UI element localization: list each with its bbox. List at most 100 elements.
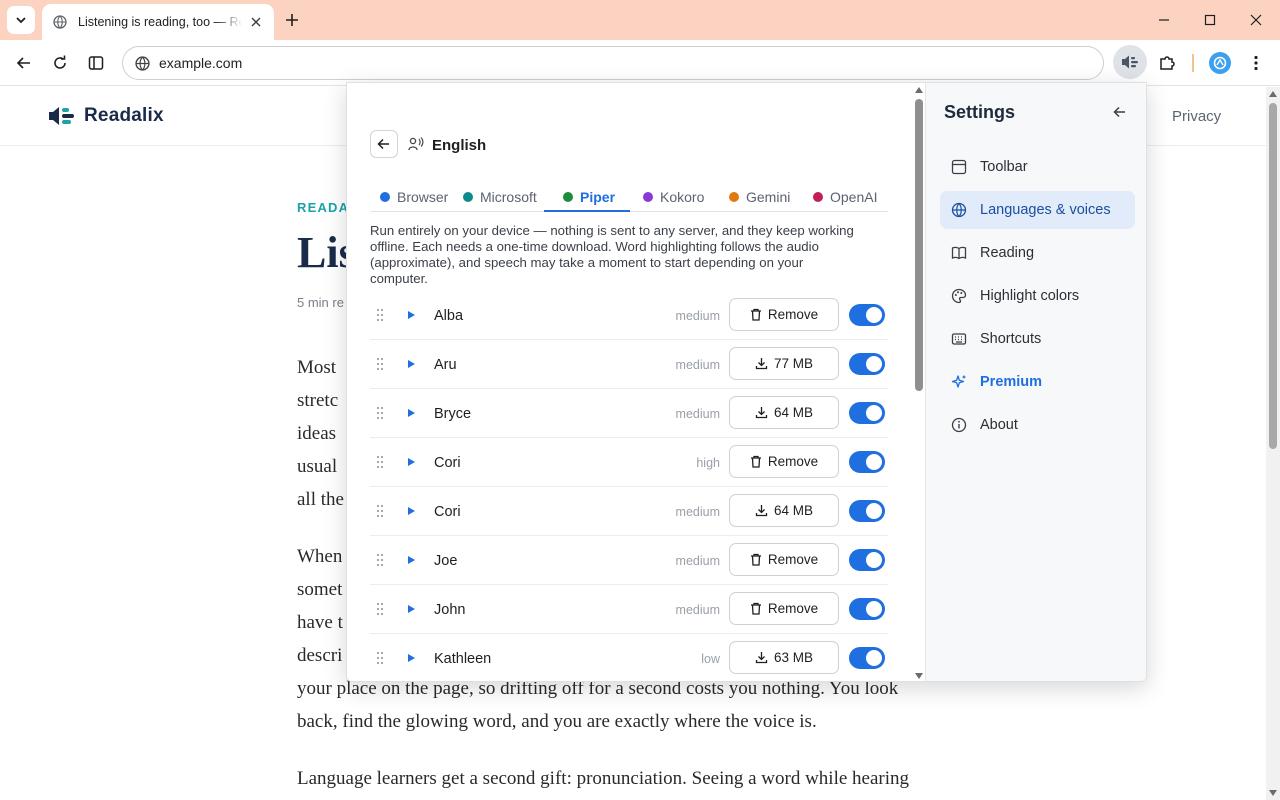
voice-enabled-toggle[interactable]	[849, 500, 885, 522]
maximize-button[interactable]	[1199, 9, 1221, 31]
voices-scrollbar[interactable]	[913, 83, 925, 681]
description-line: computer.	[370, 271, 428, 286]
voice-name: John	[434, 602, 466, 618]
drag-handle-icon[interactable]	[375, 308, 385, 322]
download-voice-button[interactable]: 63 MB	[729, 641, 839, 674]
readalix-extension-button[interactable]	[1113, 45, 1147, 79]
globe-icon	[950, 201, 968, 219]
tab-engine-openai[interactable]: OpenAI	[813, 181, 877, 212]
download-voice-button[interactable]: 77 MB	[729, 347, 839, 380]
language-speech-icon	[407, 135, 425, 153]
side-panel-button[interactable]	[84, 51, 108, 75]
status-dot-icon	[729, 191, 739, 202]
play-preview-icon[interactable]	[408, 654, 415, 662]
reading-mode-icon	[88, 56, 104, 70]
brand[interactable]: Readalix	[48, 104, 164, 128]
remove-voice-button[interactable]: Remove	[729, 445, 839, 478]
back-to-languages-button[interactable]	[370, 130, 398, 158]
extensions-button[interactable]	[1155, 51, 1179, 75]
drag-handle-icon[interactable]	[375, 504, 385, 518]
browser-menu-button[interactable]	[1244, 51, 1268, 75]
arrow-left-icon	[377, 138, 389, 150]
voice-row: Bryce medium 64 MB	[370, 389, 888, 438]
collapse-settings-button[interactable]	[1111, 103, 1129, 121]
article-category: READA	[297, 200, 350, 215]
drag-handle-icon[interactable]	[375, 455, 385, 469]
globe-icon	[52, 14, 68, 30]
drag-handle-icon[interactable]	[375, 602, 385, 616]
info-icon	[950, 416, 968, 434]
tab-engine-kokoro[interactable]: Kokoro	[643, 181, 704, 212]
play-preview-icon[interactable]	[408, 409, 415, 417]
browser-tab[interactable]: Listening is reading, too — Readalix	[42, 4, 274, 40]
article-meta: 5 min re	[297, 295, 344, 310]
remove-voice-button[interactable]: Remove	[729, 298, 839, 331]
reload-button[interactable]	[48, 51, 72, 75]
drag-handle-icon[interactable]	[375, 553, 385, 567]
settings-item-reading[interactable]: Reading	[940, 234, 1135, 272]
voice-name: Cori	[434, 504, 461, 520]
address-bar[interactable]: example.com	[122, 46, 1104, 80]
remove-voice-button[interactable]: Remove	[729, 543, 839, 576]
settings-item-about[interactable]: About	[940, 406, 1135, 444]
voices-scrollbar-thumb[interactable]	[915, 99, 923, 391]
action-label: 64 MB	[773, 503, 814, 518]
trash-icon	[750, 553, 761, 566]
remove-voice-button[interactable]: Remove	[729, 592, 839, 625]
play-preview-icon[interactable]	[408, 360, 415, 368]
settings-item-toolbar[interactable]: Toolbar	[940, 148, 1135, 186]
play-preview-icon[interactable]	[408, 605, 415, 613]
site-info-icon[interactable]	[133, 54, 151, 72]
nav-link-privacy[interactable]: Privacy	[1172, 108, 1221, 125]
download-voice-button[interactable]: 64 MB	[729, 494, 839, 527]
download-voice-button[interactable]: 64 MB	[729, 396, 839, 429]
play-preview-icon[interactable]	[408, 458, 415, 466]
minimize-button[interactable]	[1153, 9, 1175, 31]
new-tab-button[interactable]	[282, 10, 302, 30]
engine-description: Run entirely on your device — nothing is…	[370, 223, 888, 287]
page-scrollbar-thumb[interactable]	[1269, 103, 1277, 449]
tab-engine-browser[interactable]: Browser	[380, 181, 448, 212]
settings-item-premium[interactable]: Premium	[940, 363, 1135, 401]
voice-row: Aru medium 77 MB	[370, 340, 888, 389]
settings-item-label: Toolbar	[980, 159, 1028, 175]
scroll-up-arrow-icon[interactable]	[1269, 91, 1277, 97]
settings-item-highlight-colors[interactable]: Highlight colors	[940, 277, 1135, 315]
scroll-down-arrow-icon[interactable]	[1269, 790, 1277, 796]
maximize-icon	[1204, 14, 1216, 26]
play-preview-icon[interactable]	[408, 556, 415, 564]
toolbar-icon	[950, 158, 968, 176]
page-scrollbar[interactable]	[1266, 87, 1280, 800]
voice-enabled-toggle[interactable]	[849, 451, 885, 473]
voice-row: Cori high Remove	[370, 438, 888, 487]
voice-enabled-toggle[interactable]	[849, 402, 885, 424]
voice-enabled-toggle[interactable]	[849, 304, 885, 326]
tab-engine-microsoft[interactable]: Microsoft	[463, 181, 537, 212]
readalix-speaker-icon	[1122, 55, 1138, 69]
voice-enabled-toggle[interactable]	[849, 598, 885, 620]
play-preview-icon[interactable]	[408, 311, 415, 319]
drag-handle-icon[interactable]	[375, 651, 385, 665]
profile-avatar[interactable]	[1209, 52, 1231, 74]
article-paragraph: Language learners get a second gift: pro…	[297, 762, 977, 795]
tab-search-button[interactable]	[7, 6, 35, 34]
tab-strip: Listening is reading, too — Readalix	[0, 0, 1280, 40]
voice-enabled-toggle[interactable]	[849, 549, 885, 571]
close-window-button[interactable]	[1245, 9, 1267, 31]
scroll-down-arrow-icon[interactable]	[915, 673, 923, 679]
close-tab-icon[interactable]	[248, 14, 264, 30]
settings-item-languages-voices[interactable]: Languages & voices	[940, 191, 1135, 229]
play-preview-icon[interactable]	[408, 507, 415, 515]
voice-enabled-toggle[interactable]	[849, 647, 885, 669]
tab-engine-piper[interactable]: Piper	[563, 181, 615, 212]
tab-engine-gemini[interactable]: Gemini	[729, 181, 790, 212]
back-button[interactable]	[12, 51, 36, 75]
drag-handle-icon[interactable]	[375, 357, 385, 371]
browser-toolbar: example.com	[0, 40, 1280, 86]
book-icon	[950, 244, 968, 262]
scroll-up-arrow-icon[interactable]	[915, 87, 923, 93]
settings-item-shortcuts[interactable]: Shortcuts	[940, 320, 1135, 358]
drag-handle-icon[interactable]	[375, 406, 385, 420]
voice-row: Kathleen low 63 MB	[370, 634, 888, 681]
voice-enabled-toggle[interactable]	[849, 353, 885, 375]
